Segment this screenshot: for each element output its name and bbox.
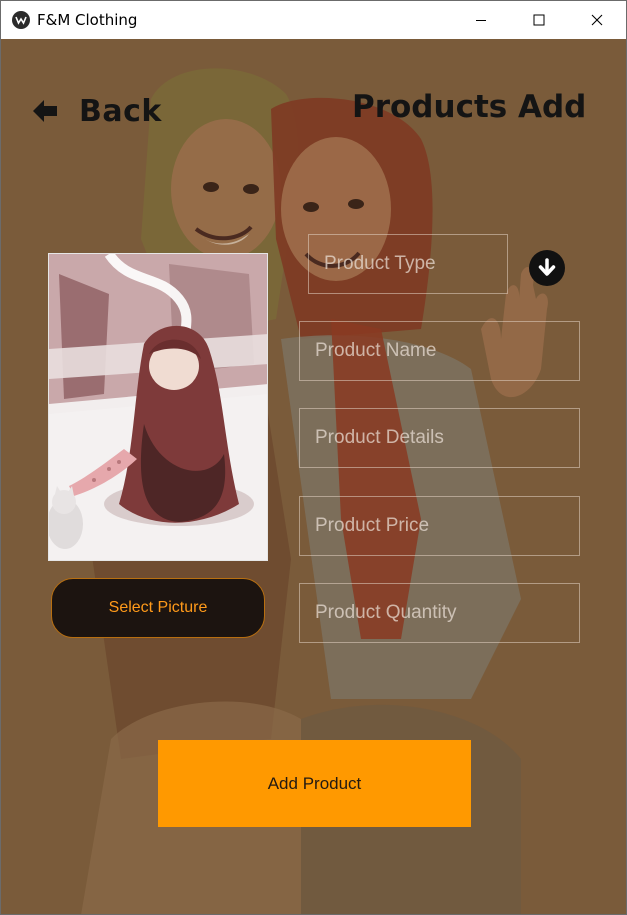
minimize-button[interactable]: [452, 1, 510, 39]
back-button[interactable]: Back: [31, 93, 162, 129]
product-details-field[interactable]: Product Details: [299, 408, 580, 468]
title-bar: F&M Clothing: [1, 1, 626, 39]
product-price-field[interactable]: Product Price: [299, 496, 580, 556]
product-image-preview: [48, 253, 268, 561]
close-icon: [591, 14, 603, 26]
add-product-button[interactable]: Add Product: [158, 740, 471, 827]
product-quantity-field[interactable]: Product Quantity: [299, 583, 580, 643]
product-type-dropdown-button[interactable]: [529, 250, 565, 286]
maximize-icon: [533, 14, 545, 26]
product-type-field[interactable]: Product Type: [308, 234, 508, 294]
product-name-field[interactable]: Product Name: [299, 321, 580, 381]
app-window: F&M Clothing Back Products Add Select Pi…: [0, 0, 627, 915]
arrow-left-icon: [33, 100, 57, 122]
minimize-icon: [476, 20, 486, 21]
maximize-button[interactable]: [510, 1, 568, 39]
main-content: Back Products Add Select Picture Product…: [1, 39, 626, 914]
window-title: F&M Clothing: [37, 11, 138, 29]
select-picture-button[interactable]: Select Picture: [51, 578, 265, 638]
arrow-down-circle-icon: [538, 258, 556, 276]
page-title: Products Add: [352, 89, 587, 125]
close-button[interactable]: [568, 1, 626, 39]
back-label: Back: [79, 93, 162, 129]
product-image: [49, 254, 267, 560]
app-logo-icon: [12, 11, 30, 29]
